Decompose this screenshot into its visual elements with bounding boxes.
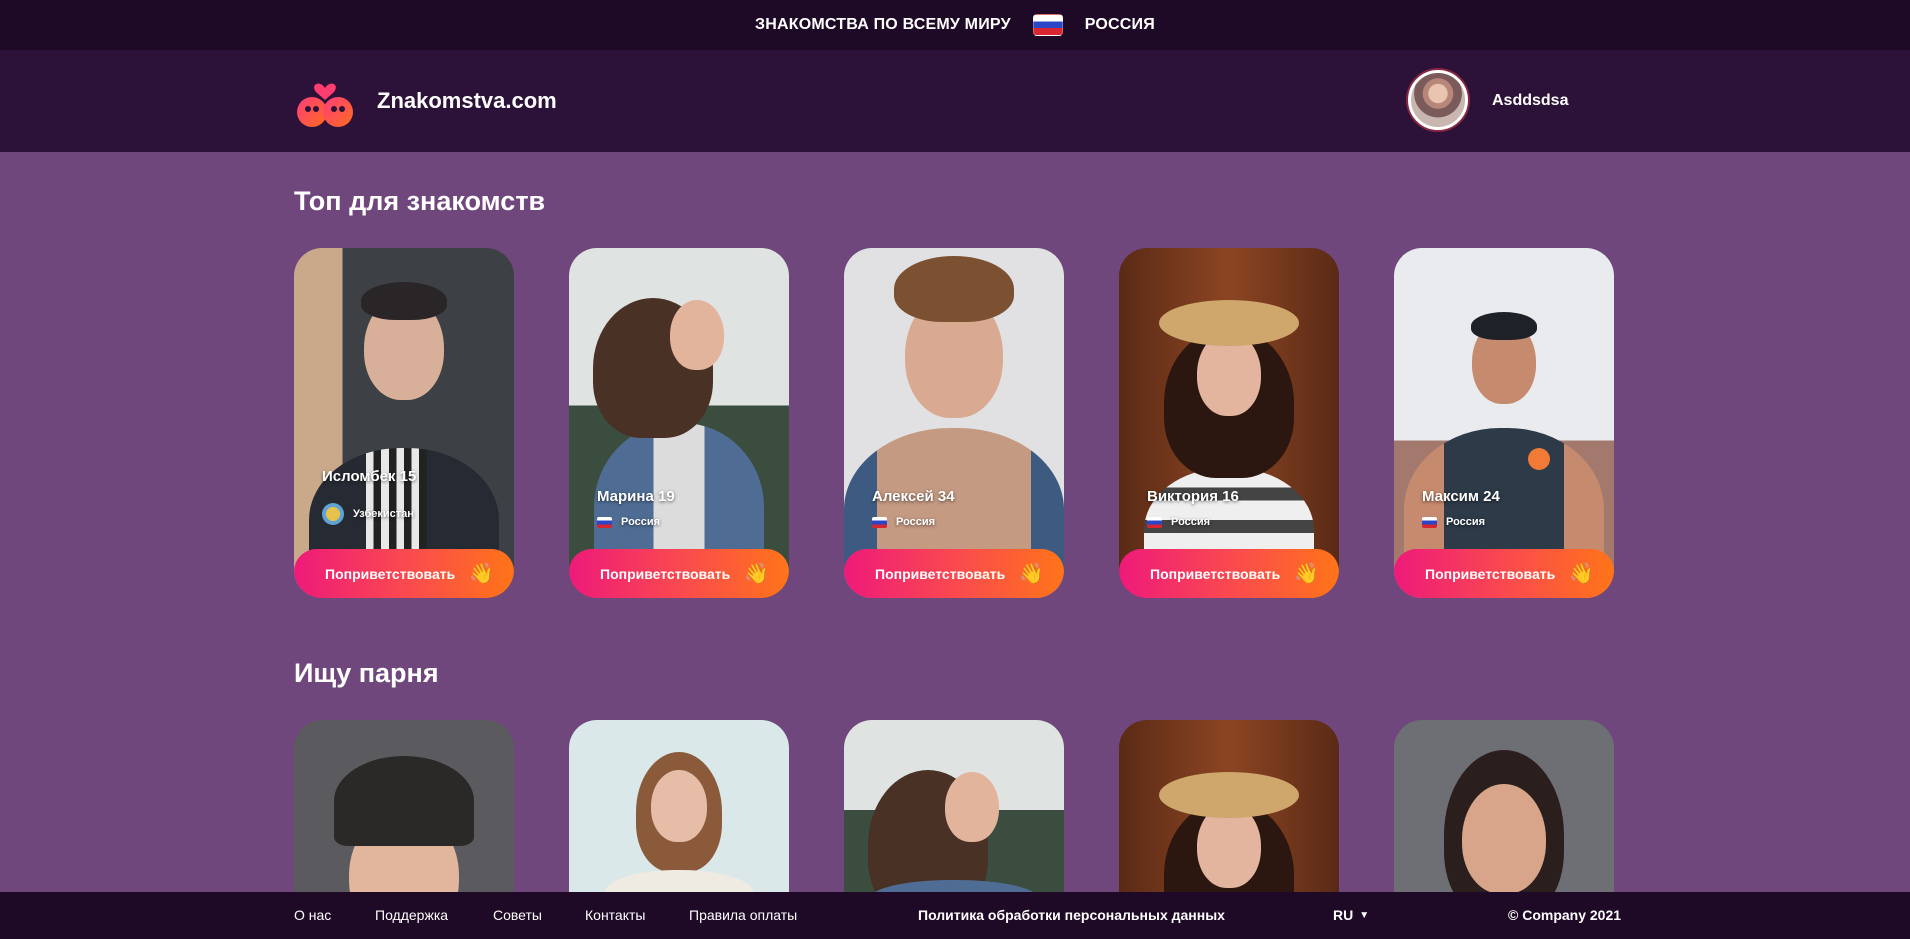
country-label: Россия <box>621 516 661 528</box>
card-country: Россия <box>872 516 935 528</box>
greet-button[interactable]: Поприветствовать 👋 <box>1394 549 1614 598</box>
footer-link-privacy[interactable]: Политика обработки персональных данных <box>918 907 1225 923</box>
wave-hand-icon: 👋 <box>1019 562 1045 585</box>
greet-label: Поприветствовать <box>325 565 456 582</box>
card-country: Россия <box>1147 516 1210 528</box>
profile-card[interactable] <box>1394 720 1614 920</box>
site-header: Znakomstva.com Asddsdsa <box>0 50 1910 152</box>
footer-link-about[interactable]: О нас <box>294 907 331 923</box>
card-name: Алексей 34 <box>872 488 955 505</box>
language-label: RU <box>1333 907 1354 923</box>
profile-card[interactable]: Максим 24 Россия Поприветствовать 👋 <box>1394 248 1614 598</box>
card-name: Исломбек 15 <box>322 468 417 485</box>
card-name: Максим 24 <box>1422 488 1500 505</box>
profile-photo <box>569 720 789 920</box>
greet-button[interactable]: Поприветствовать 👋 <box>294 549 514 598</box>
hearts-birds-logo-icon[interactable] <box>294 74 356 130</box>
profile-photo <box>1394 248 1614 598</box>
greet-button[interactable]: Поприветствовать 👋 <box>1119 549 1339 598</box>
russia-flag-icon[interactable] <box>1032 14 1063 36</box>
footer-link-contacts[interactable]: Контакты <box>585 907 645 923</box>
russia-flag-icon <box>872 516 887 528</box>
wave-hand-icon: 👋 <box>469 562 495 585</box>
language-selector[interactable]: RU ▼ <box>1333 907 1369 923</box>
greet-label: Поприветствовать <box>1150 565 1281 582</box>
russia-flag-icon <box>1422 516 1437 528</box>
greet-label: Поприветствовать <box>1425 565 1556 582</box>
top-region-bar: ЗНАКОМСТВА ПО ВСЕМУ МИРУ РОССИЯ <box>0 0 1910 50</box>
brand-name[interactable]: Znakomstva.com <box>377 88 557 114</box>
russia-flag-icon <box>1147 516 1162 528</box>
card-name: Марина 19 <box>597 488 675 505</box>
greet-button[interactable]: Поприветствовать 👋 <box>844 549 1064 598</box>
card-country: Узбекистан <box>322 503 414 525</box>
profile-photo <box>294 248 514 598</box>
country-selector[interactable]: РОССИЯ <box>1085 16 1155 34</box>
card-name: Виктория 16 <box>1147 488 1239 505</box>
profile-card[interactable] <box>569 720 789 920</box>
profile-card[interactable]: Алексей 34 Россия Поприветствовать 👋 <box>844 248 1064 598</box>
uzbekistan-flag-icon <box>322 503 344 525</box>
profile-card[interactable] <box>294 720 514 920</box>
username[interactable]: Asddsdsa <box>1492 92 1568 110</box>
profile-photo <box>569 248 789 598</box>
wave-hand-icon: 👋 <box>744 562 770 585</box>
country-label: Россия <box>896 516 936 528</box>
wave-hand-icon: 👋 <box>1569 562 1595 585</box>
wave-hand-icon: 👋 <box>1294 562 1320 585</box>
profile-photo <box>1394 720 1614 920</box>
greet-label: Поприветствовать <box>875 565 1006 582</box>
profile-card[interactable]: Виктория 16 Россия Поприветствовать 👋 <box>1119 248 1339 598</box>
guy-cards-row <box>294 720 1614 920</box>
footer-link-payment-rules[interactable]: Правила оплаты <box>689 907 797 923</box>
profile-card[interactable] <box>1119 720 1339 920</box>
tagline: ЗНАКОМСТВА ПО ВСЕМУ МИРУ <box>755 16 1011 33</box>
copyright: © Company 2021 <box>1508 907 1622 923</box>
profile-card[interactable]: Исломбек 15 Узбекистан Поприветствовать … <box>294 248 514 598</box>
section-title-looking-for-guy: Ищу парня <box>294 658 439 688</box>
card-country: Россия <box>597 516 660 528</box>
profile-photo <box>1119 248 1339 598</box>
country-label: Россия <box>1171 516 1211 528</box>
profile-photo <box>294 720 514 920</box>
country-label: Россия <box>1446 516 1486 528</box>
profile-photo <box>1119 720 1339 920</box>
profile-photo <box>844 720 1064 920</box>
chevron-down-icon: ▼ <box>1359 909 1370 921</box>
shirt-badge <box>1528 448 1550 470</box>
greet-button[interactable]: Поприветствовать 👋 <box>569 549 789 598</box>
profile-card[interactable] <box>844 720 1064 920</box>
profile-card[interactable]: Марина 19 Россия Поприветствовать 👋 <box>569 248 789 598</box>
country-label: Узбекистан <box>353 508 414 520</box>
section-title-top: Топ для знакомств <box>294 186 546 216</box>
greet-label: Поприветствовать <box>600 565 731 582</box>
user-avatar[interactable] <box>1408 70 1468 130</box>
footer-link-support[interactable]: Поддержка <box>375 907 448 923</box>
top-cards-row: Исломбек 15 Узбекистан Поприветствовать … <box>294 248 1614 598</box>
card-country: Россия <box>1422 516 1485 528</box>
profile-photo <box>844 248 1064 598</box>
russia-flag-icon <box>597 516 612 528</box>
site-footer: О нас Поддержка Советы Контакты Правила … <box>0 892 1910 939</box>
footer-link-tips[interactable]: Советы <box>493 907 542 923</box>
